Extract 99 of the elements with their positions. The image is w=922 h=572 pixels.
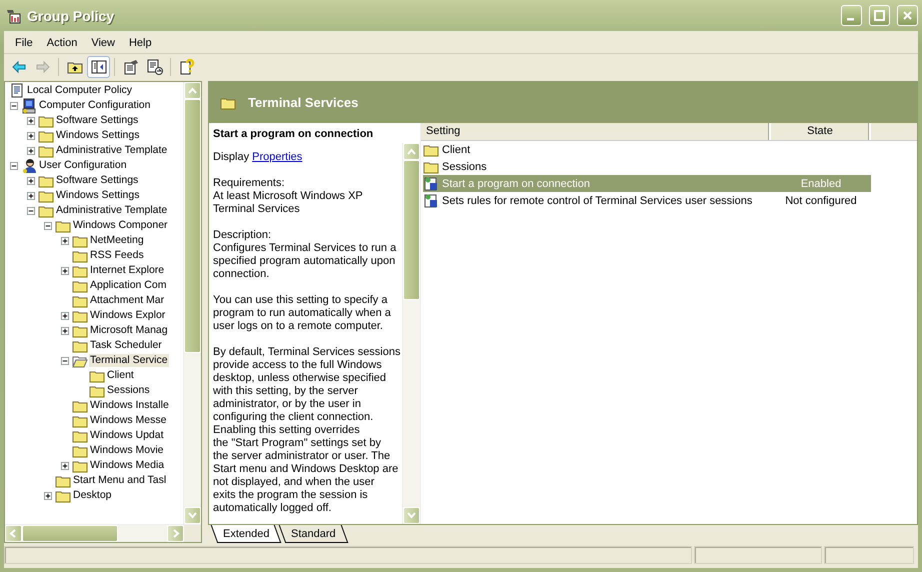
expand-icon[interactable] bbox=[27, 176, 35, 184]
tree-item[interactable]: Administrative Template bbox=[55, 144, 168, 157]
scroll-thumb[interactable] bbox=[22, 525, 118, 542]
expand-icon[interactable] bbox=[27, 132, 35, 140]
tree-item[interactable]: Windows Messe bbox=[89, 414, 168, 427]
setting-name: Start a program on connection bbox=[442, 178, 590, 190]
scroll-thumb[interactable] bbox=[403, 160, 420, 300]
close-icon bbox=[901, 9, 914, 22]
expand-icon[interactable] bbox=[27, 116, 35, 124]
expand-icon[interactable] bbox=[61, 236, 69, 244]
tree-item[interactable]: Software Settings bbox=[55, 174, 140, 187]
menu-item[interactable]: View bbox=[84, 34, 122, 50]
tree-item[interactable]: Terminal Service bbox=[89, 354, 169, 367]
maximize-icon bbox=[873, 9, 886, 22]
collapse-icon[interactable] bbox=[10, 162, 18, 170]
description-text: Description: Configures Terminal Services to run a specified program automatically upon connection. bbox=[213, 229, 398, 281]
expand-icon[interactable] bbox=[61, 266, 69, 274]
down-chevron-icon bbox=[188, 511, 197, 520]
tree-item[interactable]: Windows Movie bbox=[89, 444, 165, 457]
setting-state: Enabled bbox=[800, 178, 842, 190]
tree-item[interactable]: Administrative Template bbox=[55, 204, 168, 217]
tree-item[interactable]: Microsoft Manag bbox=[89, 324, 169, 337]
expand-icon[interactable] bbox=[44, 492, 52, 500]
forward-arrow-icon bbox=[34, 58, 50, 74]
tree-item[interactable]: Task Scheduler bbox=[89, 339, 163, 352]
tree-item[interactable]: Client bbox=[106, 369, 135, 382]
tree-item[interactable]: RSS Feeds bbox=[89, 249, 145, 262]
scroll-thumb[interactable] bbox=[184, 99, 201, 353]
column-header[interactable]: State bbox=[771, 123, 871, 140]
list-row[interactable]: Client bbox=[423, 141, 871, 158]
tree-item[interactable]: Desktop bbox=[72, 489, 113, 502]
collapse-icon[interactable] bbox=[61, 356, 69, 364]
minimize-button[interactable] bbox=[841, 5, 862, 26]
tree-item[interactable]: Sessions bbox=[106, 384, 151, 397]
properties-link[interactable]: Properties bbox=[252, 151, 302, 163]
up-chevron-icon bbox=[407, 147, 416, 156]
tree-item[interactable]: Start Menu and Tasl bbox=[72, 474, 168, 487]
setting-name: Sets rules for remote control of Terminal Services user sessions bbox=[442, 194, 752, 206]
tree-item[interactable]: Windows Settings bbox=[55, 129, 140, 142]
setting-title: Start a program on connection bbox=[213, 128, 374, 140]
description-text: Requirements: At least Microsoft Windows XP Terminal Services bbox=[213, 177, 364, 216]
computer-icon bbox=[21, 98, 37, 114]
list-row[interactable]: Sets rules for remote control of Terminal Services user sessions Not configured bbox=[423, 192, 871, 209]
collapse-icon[interactable] bbox=[27, 206, 35, 214]
vertical-scrollbar[interactable] bbox=[402, 143, 420, 524]
back-arrow-icon bbox=[10, 58, 26, 74]
scrollbar-corner bbox=[184, 525, 201, 542]
column-header[interactable]: Setting bbox=[421, 123, 771, 140]
view-tab[interactable]: Extended bbox=[210, 525, 282, 543]
help-icon bbox=[178, 58, 194, 74]
tree-item[interactable]: Software Settings bbox=[55, 114, 140, 127]
tree-item[interactable]: Windows Updat bbox=[89, 429, 165, 442]
tree-item[interactable]: User Configuration bbox=[38, 159, 128, 172]
toolbar-button[interactable] bbox=[87, 56, 110, 78]
expand-icon[interactable] bbox=[61, 326, 69, 334]
tree-item[interactable]: Computer Configuration bbox=[38, 99, 152, 112]
tree-item[interactable]: Windows Componer bbox=[72, 219, 169, 232]
tree-item[interactable]: Windows Media bbox=[89, 459, 166, 472]
setting-state: Not configured bbox=[784, 194, 858, 206]
collapse-icon[interactable] bbox=[10, 102, 18, 110]
menu-item[interactable]: File bbox=[8, 34, 40, 50]
view-tab[interactable]: Standard bbox=[279, 525, 348, 543]
setting-name: Sessions bbox=[442, 160, 487, 172]
display-label: Display bbox=[213, 151, 250, 163]
tree-item[interactable]: Windows Settings bbox=[55, 189, 140, 202]
app-icon bbox=[6, 8, 22, 24]
horizontal-scrollbar[interactable] bbox=[5, 525, 184, 542]
menu-item[interactable]: Help bbox=[122, 34, 159, 50]
close-button[interactable] bbox=[897, 5, 918, 26]
expand-icon[interactable] bbox=[27, 192, 35, 200]
properties-icon bbox=[122, 58, 138, 74]
menu-item[interactable]: Action bbox=[40, 34, 84, 50]
expand-icon[interactable] bbox=[61, 312, 69, 320]
tree-item[interactable]: Attachment Mar bbox=[89, 294, 166, 307]
vertical-scrollbar[interactable] bbox=[183, 82, 201, 524]
down-chevron-icon bbox=[407, 511, 416, 520]
pane-toggle-icon bbox=[90, 58, 106, 74]
collapse-icon[interactable] bbox=[44, 222, 52, 230]
right-chevron-icon bbox=[171, 529, 180, 538]
tree-item[interactable]: Internet Explore bbox=[89, 264, 166, 277]
pane-title: Terminal Services bbox=[248, 95, 358, 110]
tree-item[interactable]: Application Com bbox=[89, 279, 168, 292]
minimize-icon bbox=[846, 18, 854, 21]
tree-item[interactable]: Windows Explor bbox=[89, 309, 166, 322]
description-text: By default, Terminal Services sessions provide access to the full Windows desktop, unless otherwise specified with this setting, by the server administrator, or by the user in configuring the client connection. Enabling this setting overrides the "Start Program" settings set by the server administrator or user. The Start menu and Windows Desktop are not displayed, and when the user exits the program the session is automatically logged off. bbox=[213, 346, 398, 515]
tree-item[interactable]: NetMeeting bbox=[89, 234, 145, 247]
expand-icon[interactable] bbox=[27, 146, 35, 154]
description-text: You can use this setting to specify a program to run automatically when a user logs on to a remote computer. bbox=[213, 294, 392, 333]
user-icon bbox=[21, 158, 37, 174]
expand-icon[interactable] bbox=[61, 462, 69, 470]
setting-name: Client bbox=[442, 144, 470, 156]
window-title: Group Policy bbox=[27, 8, 116, 24]
list-row[interactable]: Sessions bbox=[423, 158, 871, 175]
export-list-icon bbox=[146, 58, 162, 74]
up-chevron-icon bbox=[188, 86, 197, 95]
left-chevron-icon bbox=[9, 529, 18, 538]
maximize-button[interactable] bbox=[869, 5, 890, 26]
tree-item[interactable]: Windows Installe bbox=[89, 399, 170, 412]
tree-item[interactable]: Local Computer Policy bbox=[26, 84, 134, 97]
